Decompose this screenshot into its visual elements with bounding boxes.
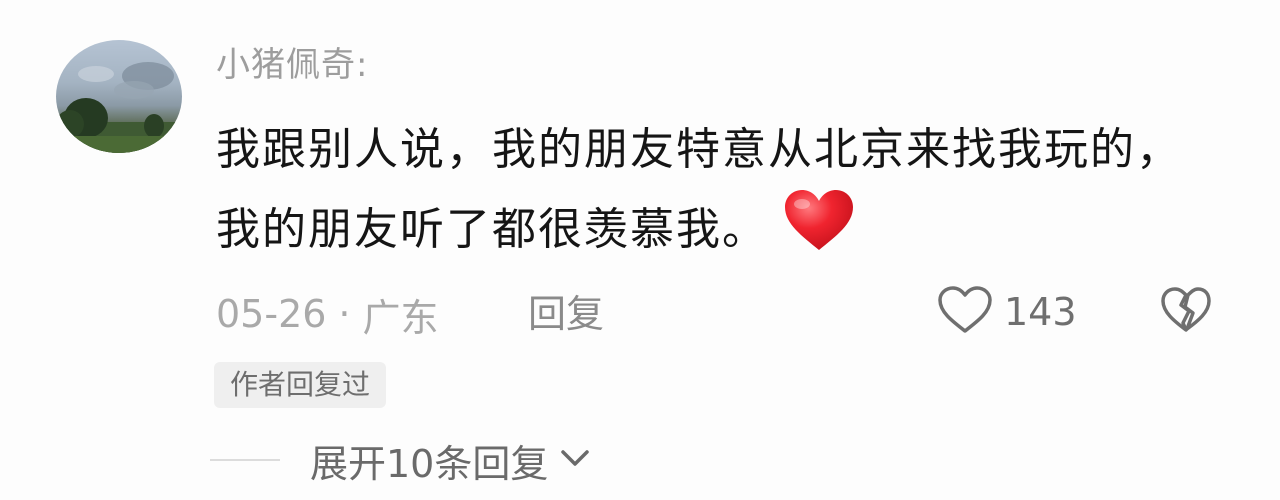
heart-outline-icon xyxy=(936,284,994,340)
comment-text: 我跟别人说，我的朋友特意从北京来找我玩的，我的朋友听了都很羡慕我。 xyxy=(216,112,1216,278)
expand-replies-row: 展开10条回复 xyxy=(210,432,592,488)
like-count: 143 xyxy=(1004,290,1077,334)
dislike-button[interactable] xyxy=(1156,282,1216,342)
comment-location: 广东 xyxy=(362,295,439,340)
comment-item: 小猪佩奇: 我跟别人说，我的朋友特意从北京来找我玩的，我的朋友听了都很羡慕我。 … xyxy=(0,0,1280,500)
broken-heart-icon xyxy=(1159,285,1213,339)
chevron-down-icon xyxy=(558,446,592,474)
username[interactable]: 小猪佩奇: xyxy=(216,40,368,90)
author-replied-badge: 作者回复过 xyxy=(214,362,387,408)
comment-meta: 05-26 · 广东 xyxy=(216,288,439,340)
expand-replies-button[interactable]: 展开10条回复 xyxy=(310,433,592,488)
comment-date: 05-26 xyxy=(216,292,327,336)
comment-text-content: 我跟别人说，我的朋友特意从北京来找我玩的，我的朋友听了都很羡慕我。 xyxy=(216,124,1182,255)
reply-button[interactable]: 回复 xyxy=(528,288,604,340)
expand-replies-label: 展开10条回复 xyxy=(310,441,549,486)
red-heart-emoji xyxy=(782,188,856,278)
divider-line xyxy=(210,459,280,461)
like-button[interactable]: 143 xyxy=(936,282,1077,342)
meta-separator: · xyxy=(338,292,351,336)
avatar[interactable] xyxy=(56,40,182,153)
